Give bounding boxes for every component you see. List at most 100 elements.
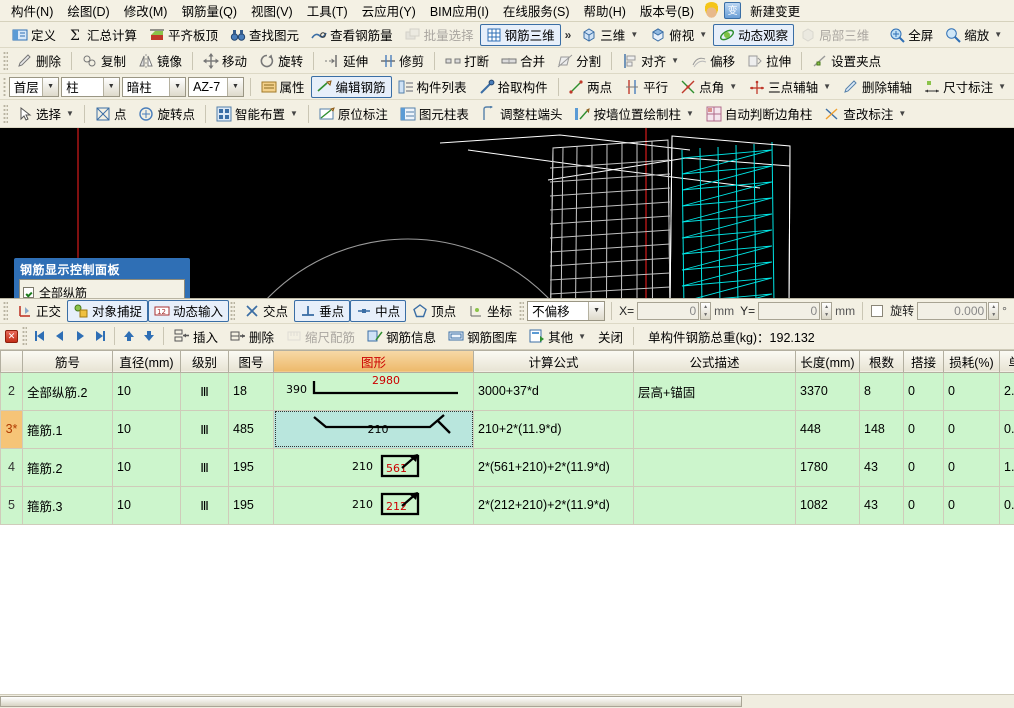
header-grade[interactable]: 级别 (180, 349, 229, 373)
cell-formula[interactable]: 2*(561+210)+2*(11.9*d) (473, 447, 634, 487)
scrollbar-thumb[interactable] (0, 696, 742, 707)
split-button[interactable]: 分割 (551, 50, 607, 72)
scaled-rebar-button[interactable]: 缩尺配筋 (280, 325, 361, 347)
header-loss[interactable]: 损耗(%) (943, 349, 1000, 373)
row-number[interactable]: 2 (0, 371, 23, 411)
three-point-axis-button[interactable]: 三点辅轴 ▼ (743, 76, 837, 98)
extend-button[interactable]: 延伸 (318, 50, 374, 72)
cell-fig-no[interactable]: 18 (228, 371, 274, 411)
header-lap[interactable]: 搭接 (903, 349, 944, 373)
header-unit-weight[interactable]: 单重(kg (999, 349, 1014, 373)
header-shape[interactable]: 图形 (273, 349, 474, 373)
chevron-down-icon[interactable]: ▼ (290, 109, 298, 118)
menu-item-component[interactable]: 构件(N) (4, 0, 60, 22)
rotate-spinner[interactable]: ▲ ▼ (988, 301, 1000, 320)
align-button[interactable]: 对齐 ▼ (616, 50, 685, 72)
chevron-down-icon[interactable]: ▼ (994, 30, 1002, 39)
cell-lap[interactable]: 0 (903, 485, 944, 525)
cell-formula[interactable]: 3000+37*d (473, 371, 634, 411)
select-tool-button[interactable]: 选择 ▼ (11, 103, 80, 125)
toolbar-grip[interactable] (3, 103, 8, 124)
rebar-display-control-panel[interactable]: 钢筋显示控制面板 全部纵筋 箍筋 上层柱插筋下插长度 显示其它图元 (14, 258, 190, 298)
menu-item-tools[interactable]: 工具(T) (300, 0, 355, 22)
first-record-button[interactable] (30, 326, 50, 346)
floor-select[interactable]: 首层 ▼ (8, 76, 60, 97)
rebar-3d-button[interactable]: 钢筋三维 (479, 23, 561, 46)
cell-bar-no[interactable]: 全部纵筋.2 (22, 371, 113, 411)
chevron-down-icon[interactable]: ▼ (588, 301, 605, 320)
cell-loss[interactable]: 0 (943, 447, 1000, 487)
cell-unit-weight[interactable]: 0.668 (999, 485, 1014, 525)
cell-formula-desc[interactable]: 层高+锚固 (633, 371, 796, 411)
cell-formula-desc[interactable] (633, 409, 796, 449)
align-slab-top-button[interactable]: 平齐板顶 (143, 24, 224, 46)
adjust-column-end-button[interactable]: 调整柱端头 (475, 103, 569, 125)
chevron-down-icon[interactable]: ▼ (226, 77, 243, 96)
insert-row-button[interactable]: 插入 (168, 325, 224, 347)
cell-diameter[interactable]: 10 (112, 409, 181, 449)
two-point-axis-button[interactable]: 两点 (562, 76, 618, 98)
cell-shape[interactable]: 210 561 (273, 447, 474, 487)
cell-count[interactable]: 8 (859, 371, 904, 411)
cell-formula[interactable]: 210+2*(11.9*d) (473, 409, 634, 449)
cell-lap[interactable]: 0 (903, 371, 944, 411)
cell-length[interactable]: 448 (795, 409, 860, 449)
chevron-down-icon[interactable]: ▼ (66, 109, 74, 118)
cell-shape[interactable]: 210 (273, 409, 474, 449)
menu-item-online-svc[interactable]: 在线服务(S) (496, 0, 577, 22)
delete-row-button[interactable]: 删除 (224, 325, 280, 347)
cell-diameter[interactable]: 10 (112, 371, 181, 411)
cell-loss[interactable]: 0 (943, 371, 1000, 411)
cell-unit-weight[interactable]: 2.079 (999, 371, 1014, 411)
cell-grade[interactable]: Ⅲ (180, 371, 229, 411)
edit-rebar-button[interactable]: 编辑钢筋 (310, 75, 392, 98)
cell-loss[interactable]: 0 (943, 485, 1000, 525)
menu-item-modify[interactable]: 修改(M) (117, 0, 175, 22)
cell-loss[interactable]: 0 (943, 409, 1000, 449)
row-number[interactable]: 5 (0, 485, 23, 525)
point-angle-axis-button[interactable]: 点角 ▼ (674, 76, 743, 98)
cell-formula[interactable]: 2*(212+210)+2*(11.9*d) (473, 485, 634, 525)
delete-button[interactable]: 删除 (11, 50, 67, 72)
component-name-select[interactable]: AZ-7 ▼ (188, 76, 244, 97)
helmet-icon[interactable] (703, 2, 721, 19)
chevron-down-icon[interactable]: ▼ (42, 77, 59, 96)
prev-record-button[interactable] (50, 326, 70, 346)
dimension-button[interactable]: 尺寸标注 ▼ (918, 76, 1012, 98)
component-subtype-select[interactable]: 暗柱 ▼ (121, 76, 187, 97)
toolbar-grip[interactable] (3, 300, 8, 321)
pick-component-button[interactable]: 拾取构件 (473, 76, 554, 98)
move-button[interactable]: 移动 (197, 50, 253, 72)
chevron-down-icon[interactable]: ▼ (102, 77, 119, 96)
rebar-info-button[interactable]: 钢筋信息 (361, 325, 442, 347)
rebar-panel-option-all-longitudinal[interactable]: 全部纵筋 (23, 284, 181, 298)
cell-count[interactable]: 148 (859, 409, 904, 449)
header-formula-desc[interactable]: 公式描述 (633, 349, 796, 373)
zoom-button[interactable]: 缩放 ▼ (939, 24, 1008, 46)
find-element-button[interactable]: 查找图元 (224, 24, 305, 46)
cell-fig-no[interactable]: 195 (228, 447, 274, 487)
toolbar-grip[interactable] (519, 300, 525, 321)
draw-column-by-wall-button[interactable]: 按墙位置绘制柱 ▼ (568, 103, 699, 125)
element-column-table-button[interactable]: 图元柱表 (394, 103, 475, 125)
y-spinner[interactable]: ▲ ▼ (821, 301, 833, 320)
move-up-button[interactable] (119, 326, 139, 346)
chevron-down-icon[interactable]: ▼ (686, 109, 694, 118)
cell-length[interactable]: 3370 (795, 371, 860, 411)
chevron-down-icon[interactable]: ▼ (630, 30, 638, 39)
set-grip-point-button[interactable]: 设置夹点 (806, 50, 887, 72)
cell-length[interactable]: 1780 (795, 447, 860, 487)
header-corner[interactable] (0, 349, 23, 373)
last-record-button[interactable] (90, 326, 110, 346)
point-tool-button[interactable]: 点 (89, 103, 133, 125)
toolbar-grip[interactable] (22, 326, 27, 346)
cell-lap[interactable]: 0 (903, 447, 944, 487)
parallel-axis-button[interactable]: 平行 (618, 76, 674, 98)
chevron-down-icon[interactable]: ▼ (998, 82, 1006, 91)
rotate-point-button[interactable]: 旋转点 (132, 103, 201, 125)
cell-shape[interactable]: 210 212 (273, 485, 474, 525)
mirror-button[interactable]: 镜像 (132, 50, 188, 72)
other-button[interactable]: 其他 ▼ (523, 325, 592, 347)
chevron-down-icon[interactable]: ▼ (671, 56, 679, 65)
pan-button[interactable]: 平移 ▼ (1008, 24, 1014, 46)
